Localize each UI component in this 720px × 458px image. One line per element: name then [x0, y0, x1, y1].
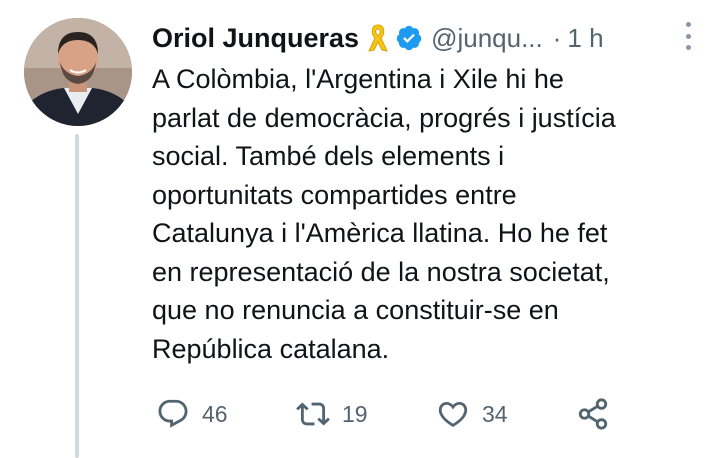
tweet-text-line: oportunitats compartides entre: [152, 179, 517, 210]
tweet-text-line: que no renuncia a constituir-se en: [152, 295, 559, 325]
avatar[interactable]: [24, 18, 132, 126]
tweet-text-line: parlat de democràcia, progrés i justícia: [152, 102, 616, 133]
tweet-text-line: A Colòmbia, l'Argentina i Xile hi he: [152, 64, 564, 94]
like-icon: [438, 401, 468, 427]
reply-icon: [158, 399, 188, 428]
tweet-header: Oriol Junqueras @junqu... · 1 h: [152, 20, 700, 56]
verified-badge-icon: [395, 24, 423, 52]
tweet-text-line: social. També dels elements i: [152, 141, 505, 171]
separator-dot: ·: [552, 22, 562, 53]
like-button[interactable]: 34: [436, 394, 508, 434]
action-bar: 46 19 34: [152, 394, 632, 434]
like-count: 34: [482, 400, 508, 427]
more-options-icon[interactable]: [684, 22, 692, 50]
reply-count: 46: [202, 400, 228, 427]
retweet-icon: [296, 402, 330, 426]
yellow-ribbon-icon: [367, 22, 389, 54]
retweet-button[interactable]: 19: [296, 394, 368, 434]
share-button[interactable]: [576, 394, 610, 434]
tweet-text-line: en representació de la nostra societat,: [152, 256, 610, 287]
avatar-photo: [24, 18, 132, 126]
share-icon: [578, 398, 608, 430]
timestamp[interactable]: 1 h: [567, 23, 603, 54]
retweet-count: 19: [342, 400, 368, 427]
reply-button[interactable]: 46: [156, 394, 228, 434]
tweet-text-line: Catalunya i l'Amèrica llatina. Ho he fet: [152, 218, 608, 248]
author-handle[interactable]: @junqu...: [431, 23, 543, 54]
tweet-text-line: República catalana.: [152, 333, 390, 364]
author-name[interactable]: Oriol Junqueras: [152, 23, 359, 54]
thread-line: [75, 134, 79, 458]
tweet-text: A Colòmbia, l'Argentina i Xile hi he par…: [152, 60, 692, 368]
